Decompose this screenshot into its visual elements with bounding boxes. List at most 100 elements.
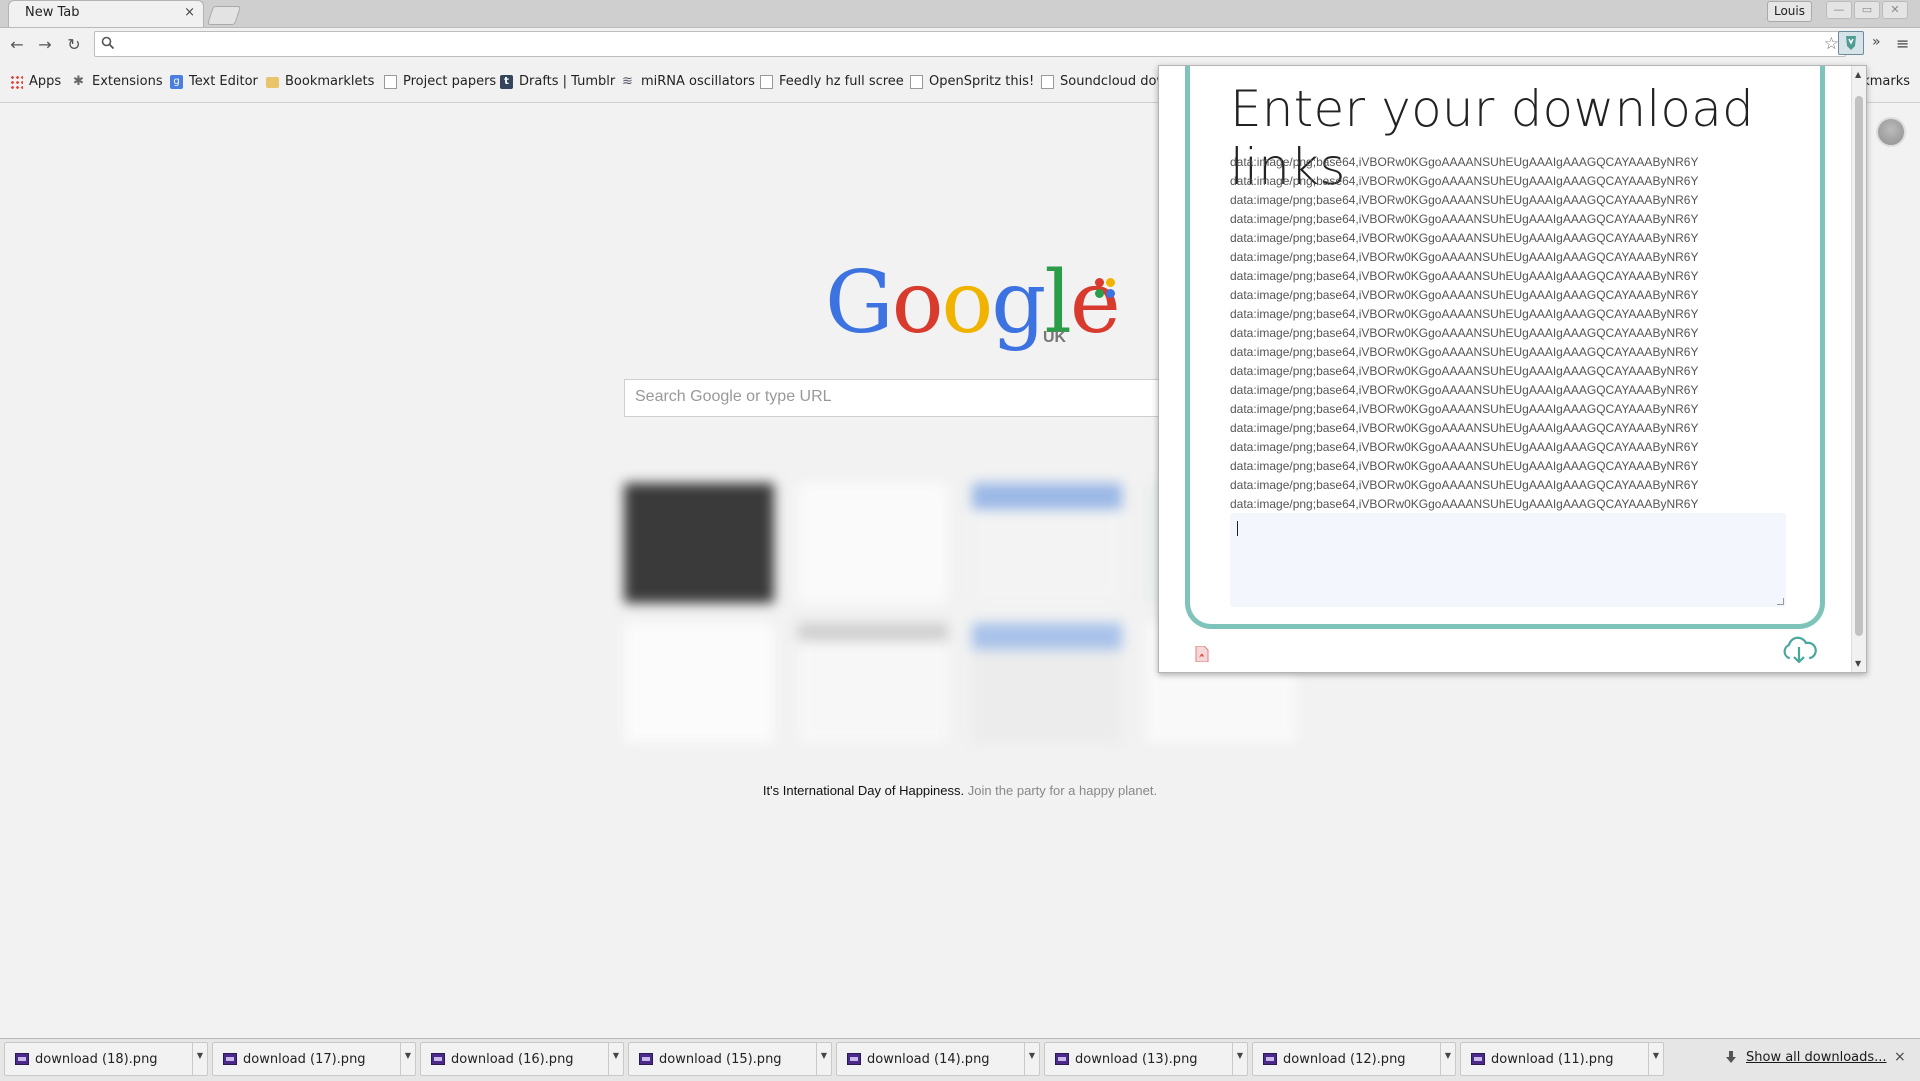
chevron-down-icon[interactable]: ▼ [608,1043,623,1075]
popup-scrollbar[interactable]: ▲ ▼ [1851,66,1866,672]
download-item[interactable]: download (16).png ▼ [420,1042,624,1076]
download-extension-button[interactable] [1838,31,1864,55]
download-item[interactable]: download (13).png ▼ [1044,1042,1248,1076]
profile-button[interactable]: Louis [1766,1,1812,22]
extensions-overflow-button[interactable]: » [1872,34,1881,50]
link-line: data:image/png;base64,iVBORw0KGgoAAAANSU… [1230,364,1699,378]
most-visited-tile[interactable] [972,623,1122,743]
download-item[interactable]: download (17).png ▼ [212,1042,416,1076]
image-file-icon [639,1053,653,1065]
bookmark-label: Feedly hz full scree [779,74,904,89]
bookmark-drafts-tumblr[interactable]: t Drafts | Tumblr [500,74,615,89]
address-bar[interactable]: ☆ [94,31,1846,57]
search-placeholder: Search Google or type URL [635,388,832,405]
cloud-download-icon[interactable] [1779,636,1819,666]
resize-grip-icon[interactable] [1777,598,1784,605]
show-all-downloads-link[interactable]: Show all downloads... [1746,1050,1887,1065]
apps-grid-icon [10,74,23,89]
chevron-down-icon[interactable]: ▼ [1024,1043,1039,1075]
download-filename: download (17).png [243,1052,366,1067]
download-item[interactable]: download (15).png ▼ [628,1042,832,1076]
bookmark-label: OpenSpritz this! [929,74,1035,89]
link-input-textarea[interactable] [1230,513,1786,607]
doodle-promo[interactable]: It's International Day of Happiness. Joi… [0,783,1920,798]
tab-title: New Tab [25,5,80,20]
most-visited-tile[interactable] [624,623,774,743]
most-visited-tile[interactable] [972,483,1122,603]
logo-letter: o [941,253,993,353]
download-arrow-icon [1726,1051,1736,1063]
link-line: data:image/png;base64,iVBORw0KGgoAAAANSU… [1230,383,1699,397]
bookmark-star-icon[interactable]: ☆ [1824,34,1839,54]
restore-button[interactable]: ▭ [1854,1,1880,19]
other-bookmarks[interactable]: kmarks [1862,74,1910,89]
download-item[interactable]: download (18).png ▼ [4,1042,208,1076]
logo-letter: o [891,253,944,353]
chevron-down-icon[interactable]: ▼ [400,1043,415,1075]
google-docs-icon: g [170,74,183,89]
bookmark-text-editor[interactable]: g Text Editor [170,74,258,89]
bookmark-mirna-oscillators[interactable]: ≋ miRNA oscillators [622,74,755,89]
bookmark-label: Project papers [403,74,497,89]
ntp-search-input[interactable]: Search Google or type URL [624,379,1164,417]
most-visited-tile[interactable] [624,483,774,603]
bookmark-label: Bookmarklets [285,74,375,89]
download-filename: download (14).png [867,1052,990,1067]
download-item[interactable]: download (11).png ▼ [1460,1042,1664,1076]
close-shelf-icon[interactable]: × [1894,1049,1906,1065]
pdf-icon[interactable] [1195,646,1209,662]
logo-letter: G [825,253,894,353]
reload-button[interactable]: ↻ [64,35,84,55]
download-filename: download (18).png [35,1052,158,1067]
text-caret [1237,521,1238,536]
image-file-icon [847,1053,861,1065]
image-file-icon [1055,1053,1069,1065]
forward-button[interactable]: → [35,35,55,55]
new-tab-button[interactable] [206,6,242,25]
link-line: data:image/png;base64,iVBORw0KGgoAAAANSU… [1230,307,1699,321]
google-logo: Google UK [825,253,1121,353]
minimize-button[interactable]: — [1826,1,1852,19]
tab-close-icon[interactable]: × [184,5,195,20]
image-file-icon [1263,1053,1277,1065]
mirna-icon: ≋ [622,73,633,89]
image-file-icon [223,1053,237,1065]
logo-dot [1095,278,1104,287]
chevron-down-icon[interactable]: ▼ [192,1043,207,1075]
most-visited-tile[interactable] [798,483,948,603]
tumblr-icon: t [500,74,513,89]
logo-dot [1106,278,1115,287]
download-filename: download (12).png [1283,1052,1406,1067]
page-icon [1041,74,1054,89]
window-close-button[interactable]: ✕ [1882,1,1908,19]
chevron-down-icon[interactable]: ▼ [1440,1043,1455,1075]
back-button[interactable]: ← [7,35,27,55]
scroll-down-icon[interactable]: ▼ [1855,659,1861,668]
most-visited-tile[interactable] [798,623,948,743]
chevron-down-icon[interactable]: ▼ [1232,1043,1247,1075]
bookmark-soundcloud[interactable]: Soundcloud dow [1041,74,1167,89]
scroll-up-icon[interactable]: ▲ [1855,70,1861,79]
bookmark-openspritz[interactable]: OpenSpritz this! [910,74,1034,89]
link-line: data:image/png;base64,iVBORw0KGgoAAAANSU… [1230,174,1699,188]
bookmark-apps[interactable]: Apps [10,74,61,89]
bookmark-folder-bookmarklets[interactable]: Bookmarklets [266,74,374,89]
chevron-down-icon[interactable]: ▼ [1648,1043,1663,1075]
link-line: data:image/png;base64,iVBORw0KGgoAAAANSU… [1230,459,1699,473]
bookmark-feedly[interactable]: Feedly hz full scree [760,74,904,89]
bookmark-project-papers[interactable]: Project papers [384,74,496,89]
download-filename: download (15).png [659,1052,782,1067]
download-item[interactable]: download (12).png ▼ [1252,1042,1456,1076]
scrollbar-thumb[interactable] [1855,96,1863,636]
tab-new-tab[interactable]: New Tab × [8,0,204,27]
link-line: data:image/png;base64,iVBORw0KGgoAAAANSU… [1230,478,1699,492]
image-file-icon [15,1053,29,1065]
avatar[interactable] [1876,117,1906,147]
puzzle-icon: ✱ [73,73,84,89]
bookmark-extensions[interactable]: ✱ Extensions [73,74,163,89]
chrome-menu-button[interactable]: ≡ [1896,34,1909,53]
download-item[interactable]: download (14).png ▼ [836,1042,1040,1076]
chevron-down-icon[interactable]: ▼ [816,1043,831,1075]
promo-link-text[interactable]: Join the party for a happy planet. [964,783,1157,798]
entered-links-list: data:image/png;base64,iVBORw0KGgoAAAANSU… [1230,153,1715,514]
